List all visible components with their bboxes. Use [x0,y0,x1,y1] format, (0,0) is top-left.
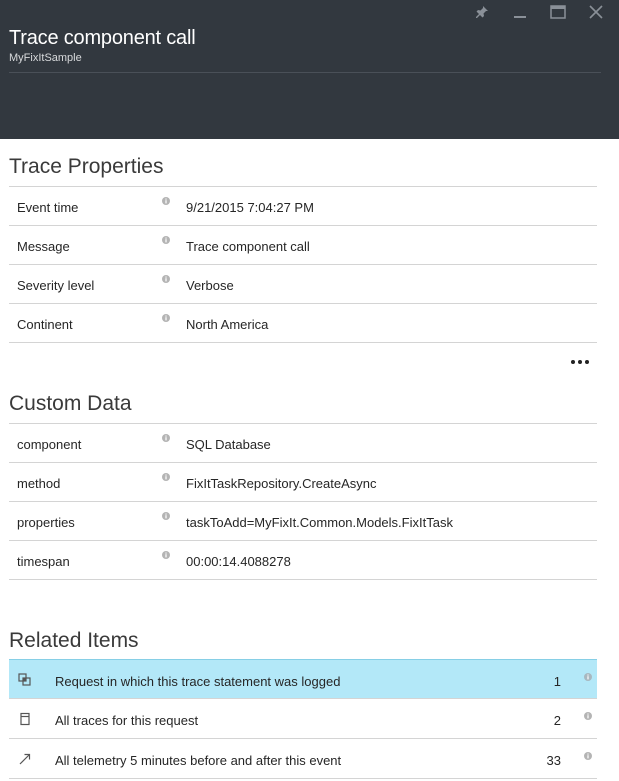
info-icon[interactable] [162,512,170,520]
pin-icon [476,6,488,18]
property-value: North America [186,317,269,332]
request-link-icon [18,673,31,686]
blade-title: Trace component call [9,27,196,49]
info-icon[interactable] [162,551,170,559]
info-icon[interactable] [162,197,170,205]
document-icon [20,712,30,726]
related-item-label: All telemetry 5 minutes before and after… [55,753,342,768]
trace-properties-list: Event time 9/21/2015 7:04:27 PM Message … [9,186,597,343]
related-items-list: Request in which this trace statement wa… [9,659,597,779]
custom-data-title: Custom Data [9,392,132,415]
custom-row-properties: properties taskToAdd=MyFixIt.Common.Mode… [9,501,597,540]
header-divider [9,72,601,73]
info-icon[interactable] [162,314,170,322]
maximize-icon [550,5,566,19]
blade-subtitle: MyFixItSample [9,52,82,64]
ellipsis-icon [571,360,575,364]
related-items-title: Related Items [9,629,139,652]
pin-button[interactable] [463,2,501,22]
info-icon[interactable] [162,473,170,481]
property-label: timespan [17,554,70,569]
property-value: FixItTaskRepository.CreateAsync [186,476,377,491]
maximize-button[interactable] [539,2,577,22]
property-label: component [17,437,82,452]
related-item-label: All traces for this request [55,713,199,728]
property-label: Severity level [17,278,95,293]
property-row-message: Message Trace component call [9,225,597,264]
info-icon[interactable] [584,752,592,760]
property-value: Verbose [186,278,234,293]
property-label: Event time [17,200,79,215]
property-value: 00:00:14.4088278 [186,554,291,569]
info-icon[interactable] [584,673,592,681]
info-icon[interactable] [162,434,170,442]
related-item-telemetry[interactable]: All telemetry 5 minutes before and after… [9,739,597,779]
related-item-count: 2 [553,713,561,728]
property-row-continent: Continent North America [9,303,597,343]
custom-row-component: component SQL Database [9,423,597,462]
ellipsis-icon [585,360,589,364]
related-item-label: Request in which this trace statement wa… [55,674,341,689]
property-value: taskToAdd=MyFixIt.Common.Models.FixItTas… [186,515,453,530]
info-icon[interactable] [584,712,592,720]
info-icon[interactable] [162,275,170,283]
related-item-traces[interactable]: All traces for this request 2 [9,699,597,739]
property-value: SQL Database [186,437,271,452]
info-icon[interactable] [162,236,170,244]
trace-properties-title: Trace Properties [9,155,164,178]
property-row-event-time: Event time 9/21/2015 7:04:27 PM [9,186,597,225]
property-label: method [17,476,61,491]
close-icon [589,5,603,19]
property-value: Trace component call [186,239,310,254]
related-item-request[interactable]: Request in which this trace statement wa… [9,659,597,699]
blade-header: Trace component call MyFixItSample [0,0,619,139]
minimize-button[interactable] [501,2,539,22]
custom-data-list: component SQL Database method FixItTaskR… [9,423,597,580]
minimize-icon [514,16,526,18]
property-value: 9/21/2015 7:04:27 PM [186,200,314,215]
property-label: Message [17,239,70,254]
window-controls [463,2,615,22]
ellipsis-icon [578,360,582,364]
property-row-severity-level: Severity level Verbose [9,264,597,303]
arrow-up-right-icon [19,753,31,765]
property-label: properties [17,515,75,530]
custom-row-method: method FixItTaskRepository.CreateAsync [9,462,597,501]
related-item-count: 1 [553,674,561,689]
custom-row-timespan: timespan 00:00:14.4088278 [9,540,597,580]
more-options-button[interactable] [571,358,591,366]
property-label: Continent [17,317,73,332]
related-item-count: 33 [546,753,561,768]
close-button[interactable] [577,2,615,22]
